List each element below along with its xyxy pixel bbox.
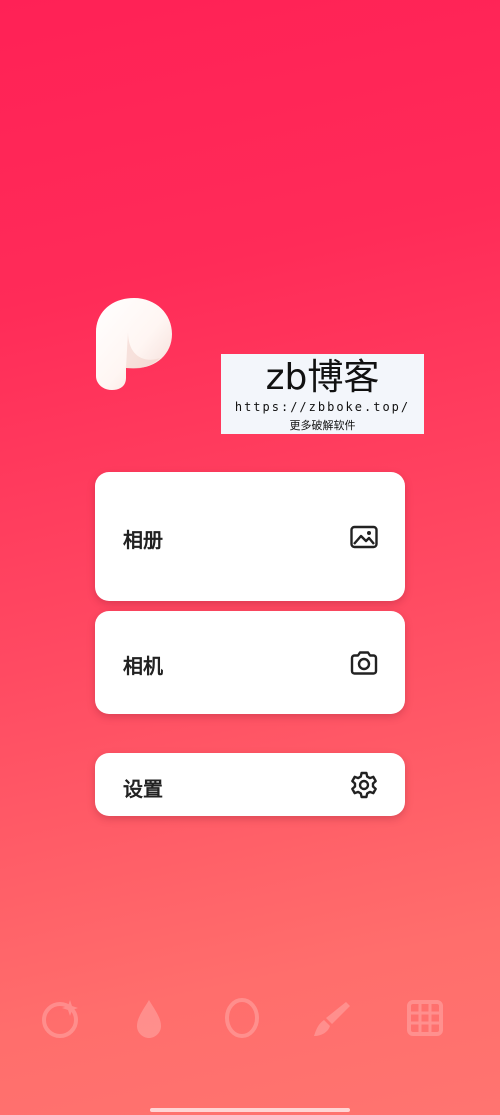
image-icon — [350, 525, 378, 549]
gear-icon — [351, 771, 377, 799]
bottom-nav — [0, 990, 500, 1070]
nav-filter — [395, 990, 455, 1070]
nav-makeup — [302, 990, 362, 1070]
brush-icon — [314, 1002, 350, 1036]
watermark-url: https://zbboke.top/ — [234, 400, 411, 414]
face-sparkle-icon — [42, 1000, 78, 1038]
home-indicator — [150, 1108, 350, 1112]
nav-skin — [119, 990, 179, 1070]
settings-button[interactable]: 设置 — [95, 753, 405, 816]
settings-label: 设置 — [123, 777, 163, 801]
album-button[interactable]: 相册 — [95, 472, 405, 601]
nav-beauty-face — [30, 990, 90, 1070]
camera-label: 相机 — [123, 654, 163, 678]
head-icon — [225, 998, 259, 1038]
camera-icon — [350, 651, 378, 675]
watermark-subtitle: 更多破解软件 — [289, 419, 356, 432]
nav-face-shape — [212, 990, 272, 1070]
watermark-banner: zb博客 https://zbboke.top/ 更多破解软件 — [221, 354, 424, 434]
camera-button[interactable]: 相机 — [95, 611, 405, 714]
grid-icon — [407, 1000, 443, 1036]
app-logo-icon — [96, 298, 172, 390]
drop-icon — [137, 1000, 161, 1038]
watermark-title: zb博客 — [265, 357, 380, 398]
album-label: 相册 — [123, 528, 163, 552]
